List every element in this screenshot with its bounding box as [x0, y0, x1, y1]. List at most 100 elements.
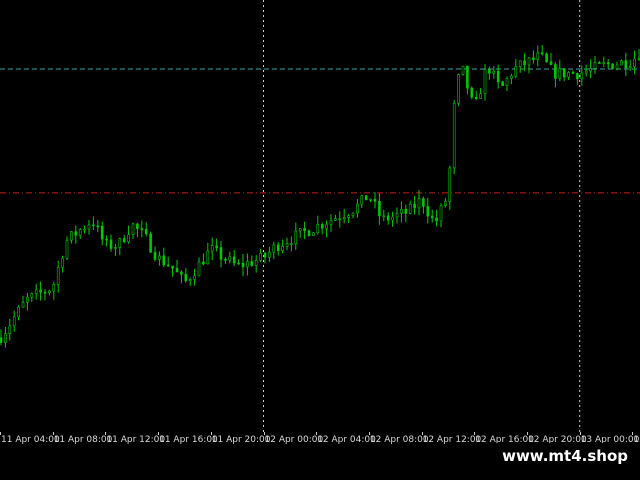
candle-body	[188, 279, 192, 281]
candle-body	[96, 225, 100, 228]
candle-body	[180, 271, 183, 275]
candle	[171, 265, 174, 277]
candle	[114, 243, 117, 256]
candle-body	[593, 62, 597, 69]
candle-body	[351, 212, 355, 217]
candle	[188, 277, 192, 286]
candle	[92, 216, 95, 231]
candle	[584, 64, 588, 77]
candle	[554, 62, 557, 88]
candle	[166, 256, 170, 268]
candle	[8, 318, 12, 341]
candle-body	[122, 238, 126, 243]
candle-body	[8, 325, 12, 335]
candle	[545, 52, 548, 63]
candle	[540, 44, 544, 56]
candle-body	[193, 275, 196, 280]
candle-body	[474, 96, 478, 100]
candle-body	[466, 65, 469, 89]
candle	[65, 236, 69, 261]
candle	[276, 242, 280, 256]
candle	[382, 209, 386, 222]
candle	[127, 225, 130, 244]
candle	[56, 260, 60, 293]
candle	[404, 204, 408, 223]
candle-body	[386, 215, 390, 221]
candle-body	[250, 261, 254, 266]
candle	[325, 220, 328, 238]
candle-body	[254, 260, 258, 266]
candle	[206, 242, 210, 265]
price-chart[interactable]	[0, 0, 640, 432]
candle-body	[162, 255, 166, 266]
candle	[496, 64, 500, 89]
candle-body	[246, 261, 249, 268]
candle-body	[290, 243, 293, 246]
candle-body	[404, 208, 408, 214]
candle	[224, 257, 227, 264]
candle	[536, 45, 540, 67]
candle	[593, 55, 597, 74]
candle-body	[523, 60, 526, 66]
candle	[17, 304, 20, 321]
candle-body	[510, 75, 513, 79]
candle	[567, 71, 570, 80]
candle-body	[131, 223, 135, 236]
candle	[549, 53, 553, 66]
x-tick-label: 11 Apr 04:00	[1, 435, 60, 445]
candle-body	[369, 199, 372, 201]
candle	[197, 257, 201, 277]
candle	[417, 189, 421, 216]
candle-body	[92, 224, 95, 227]
candle-body	[83, 228, 86, 231]
candle-body	[298, 228, 302, 232]
candle-body	[598, 62, 601, 64]
candle-body	[153, 251, 157, 260]
candle-body	[602, 62, 606, 64]
candle	[312, 231, 315, 237]
candle	[466, 65, 469, 95]
candle	[48, 289, 51, 296]
candle-body	[540, 52, 544, 55]
candle	[254, 255, 258, 273]
candle	[144, 222, 148, 237]
candle-body	[228, 256, 232, 261]
candle-body	[184, 273, 188, 281]
candle-body	[536, 52, 540, 60]
candle	[492, 66, 496, 79]
candle-body	[426, 206, 430, 217]
candle-body	[382, 215, 386, 218]
candle	[109, 234, 113, 252]
candle-body	[307, 230, 311, 237]
candle	[78, 228, 82, 240]
candle	[589, 59, 592, 79]
candle	[386, 212, 390, 225]
candle	[334, 214, 337, 221]
candle	[237, 259, 240, 265]
candle	[620, 59, 623, 66]
candle	[606, 59, 610, 69]
candle-body	[87, 224, 91, 230]
candle-body	[26, 296, 29, 303]
candle-body	[109, 239, 113, 249]
candle	[70, 231, 73, 244]
candle	[435, 209, 438, 227]
candle	[558, 59, 562, 82]
candle	[193, 268, 196, 286]
candle	[74, 225, 78, 244]
candle-body	[281, 246, 284, 251]
candle-body	[549, 61, 553, 65]
candle	[162, 247, 166, 268]
candle-body	[0, 337, 3, 343]
candle-body	[34, 289, 38, 294]
candle	[263, 251, 267, 264]
candle	[105, 235, 108, 247]
candle	[444, 197, 447, 208]
candle	[285, 237, 289, 251]
chart-plot[interactable]	[0, 0, 640, 432]
candle	[351, 212, 355, 219]
candle-body	[215, 245, 218, 248]
candle	[131, 222, 135, 239]
candle-body	[430, 215, 434, 219]
candle	[316, 215, 320, 235]
